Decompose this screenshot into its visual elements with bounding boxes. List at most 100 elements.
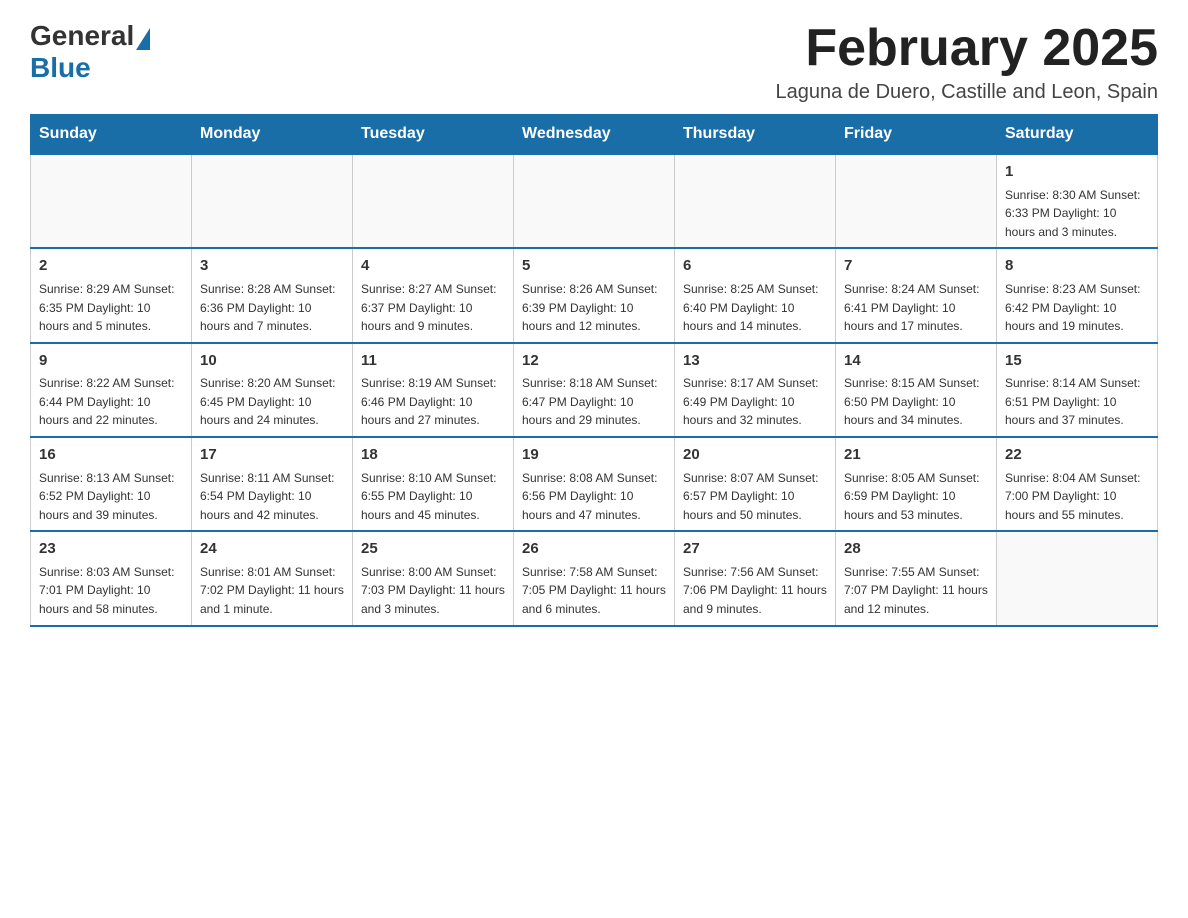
day-cell: 7Sunrise: 8:24 AM Sunset: 6:41 PM Daylig… [836,248,997,342]
day-cell: 20Sunrise: 8:07 AM Sunset: 6:57 PM Dayli… [675,437,836,531]
day-cell: 25Sunrise: 8:00 AM Sunset: 7:03 PM Dayli… [353,531,514,625]
day-number: 7 [844,255,988,278]
day-cell: 22Sunrise: 8:04 AM Sunset: 7:00 PM Dayli… [997,437,1158,531]
day-number: 12 [522,350,666,373]
day-info: Sunrise: 8:15 AM Sunset: 6:50 PM Dayligh… [844,374,988,430]
day-info: Sunrise: 8:30 AM Sunset: 6:33 PM Dayligh… [1005,186,1149,242]
day-number: 2 [39,255,183,278]
day-cell: 18Sunrise: 8:10 AM Sunset: 6:55 PM Dayli… [353,437,514,531]
day-number: 1 [1005,161,1149,184]
day-info: Sunrise: 8:05 AM Sunset: 6:59 PM Dayligh… [844,469,988,525]
logo-triangle-icon [136,28,150,50]
day-cell: 27Sunrise: 7:56 AM Sunset: 7:06 PM Dayli… [675,531,836,625]
day-info: Sunrise: 8:19 AM Sunset: 6:46 PM Dayligh… [361,374,505,430]
day-cell: 24Sunrise: 8:01 AM Sunset: 7:02 PM Dayli… [192,531,353,625]
week-row-5: 23Sunrise: 8:03 AM Sunset: 7:01 PM Dayli… [31,531,1158,625]
day-number: 14 [844,350,988,373]
day-number: 19 [522,444,666,467]
day-number: 6 [683,255,827,278]
day-number: 9 [39,350,183,373]
day-number: 28 [844,538,988,561]
day-header-tuesday: Tuesday [353,115,514,155]
day-cell: 15Sunrise: 8:14 AM Sunset: 6:51 PM Dayli… [997,343,1158,437]
day-cell [353,154,514,248]
day-info: Sunrise: 8:23 AM Sunset: 6:42 PM Dayligh… [1005,280,1149,336]
day-cell: 10Sunrise: 8:20 AM Sunset: 6:45 PM Dayli… [192,343,353,437]
day-cell [192,154,353,248]
logo-general: General [30,20,134,52]
week-row-2: 2Sunrise: 8:29 AM Sunset: 6:35 PM Daylig… [31,248,1158,342]
day-number: 5 [522,255,666,278]
day-info: Sunrise: 8:04 AM Sunset: 7:00 PM Dayligh… [1005,469,1149,525]
day-cell: 6Sunrise: 8:25 AM Sunset: 6:40 PM Daylig… [675,248,836,342]
day-info: Sunrise: 8:25 AM Sunset: 6:40 PM Dayligh… [683,280,827,336]
day-info: Sunrise: 8:00 AM Sunset: 7:03 PM Dayligh… [361,563,505,619]
day-cell [514,154,675,248]
day-number: 21 [844,444,988,467]
day-cell: 5Sunrise: 8:26 AM Sunset: 6:39 PM Daylig… [514,248,675,342]
day-number: 17 [200,444,344,467]
day-cell: 19Sunrise: 8:08 AM Sunset: 6:56 PM Dayli… [514,437,675,531]
day-cell: 4Sunrise: 8:27 AM Sunset: 6:37 PM Daylig… [353,248,514,342]
day-cell: 23Sunrise: 8:03 AM Sunset: 7:01 PM Dayli… [31,531,192,625]
day-number: 27 [683,538,827,561]
day-header-friday: Friday [836,115,997,155]
day-cell: 17Sunrise: 8:11 AM Sunset: 6:54 PM Dayli… [192,437,353,531]
day-number: 23 [39,538,183,561]
day-info: Sunrise: 7:58 AM Sunset: 7:05 PM Dayligh… [522,563,666,619]
logo: General Blue [30,20,152,84]
week-row-3: 9Sunrise: 8:22 AM Sunset: 6:44 PM Daylig… [31,343,1158,437]
day-cell [675,154,836,248]
day-info: Sunrise: 8:24 AM Sunset: 6:41 PM Dayligh… [844,280,988,336]
day-number: 3 [200,255,344,278]
week-row-4: 16Sunrise: 8:13 AM Sunset: 6:52 PM Dayli… [31,437,1158,531]
day-number: 10 [200,350,344,373]
calendar-header-row: SundayMondayTuesdayWednesdayThursdayFrid… [31,115,1158,155]
day-cell: 28Sunrise: 7:55 AM Sunset: 7:07 PM Dayli… [836,531,997,625]
day-cell: 8Sunrise: 8:23 AM Sunset: 6:42 PM Daylig… [997,248,1158,342]
day-info: Sunrise: 8:18 AM Sunset: 6:47 PM Dayligh… [522,374,666,430]
day-cell: 9Sunrise: 8:22 AM Sunset: 6:44 PM Daylig… [31,343,192,437]
day-cell [997,531,1158,625]
day-info: Sunrise: 8:26 AM Sunset: 6:39 PM Dayligh… [522,280,666,336]
day-info: Sunrise: 8:01 AM Sunset: 7:02 PM Dayligh… [200,563,344,619]
day-number: 13 [683,350,827,373]
day-info: Sunrise: 8:27 AM Sunset: 6:37 PM Dayligh… [361,280,505,336]
day-cell: 2Sunrise: 8:29 AM Sunset: 6:35 PM Daylig… [31,248,192,342]
day-info: Sunrise: 8:03 AM Sunset: 7:01 PM Dayligh… [39,563,183,619]
title-area: February 2025 Laguna de Duero, Castille … [776,20,1159,104]
day-info: Sunrise: 8:08 AM Sunset: 6:56 PM Dayligh… [522,469,666,525]
day-info: Sunrise: 8:11 AM Sunset: 6:54 PM Dayligh… [200,469,344,525]
day-cell: 16Sunrise: 8:13 AM Sunset: 6:52 PM Dayli… [31,437,192,531]
day-header-wednesday: Wednesday [514,115,675,155]
day-info: Sunrise: 8:13 AM Sunset: 6:52 PM Dayligh… [39,469,183,525]
day-cell: 11Sunrise: 8:19 AM Sunset: 6:46 PM Dayli… [353,343,514,437]
header: General Blue February 2025 Laguna de Due… [30,20,1158,104]
day-number: 4 [361,255,505,278]
day-info: Sunrise: 8:29 AM Sunset: 6:35 PM Dayligh… [39,280,183,336]
day-header-thursday: Thursday [675,115,836,155]
day-cell: 3Sunrise: 8:28 AM Sunset: 6:36 PM Daylig… [192,248,353,342]
day-number: 8 [1005,255,1149,278]
day-info: Sunrise: 7:55 AM Sunset: 7:07 PM Dayligh… [844,563,988,619]
day-number: 24 [200,538,344,561]
logo-blue: Blue [30,52,91,83]
day-info: Sunrise: 8:22 AM Sunset: 6:44 PM Dayligh… [39,374,183,430]
day-number: 26 [522,538,666,561]
day-cell [31,154,192,248]
day-cell: 12Sunrise: 8:18 AM Sunset: 6:47 PM Dayli… [514,343,675,437]
day-number: 20 [683,444,827,467]
day-info: Sunrise: 8:07 AM Sunset: 6:57 PM Dayligh… [683,469,827,525]
day-info: Sunrise: 8:10 AM Sunset: 6:55 PM Dayligh… [361,469,505,525]
day-cell: 1Sunrise: 8:30 AM Sunset: 6:33 PM Daylig… [997,154,1158,248]
day-cell: 14Sunrise: 8:15 AM Sunset: 6:50 PM Dayli… [836,343,997,437]
day-cell: 26Sunrise: 7:58 AM Sunset: 7:05 PM Dayli… [514,531,675,625]
day-cell: 21Sunrise: 8:05 AM Sunset: 6:59 PM Dayli… [836,437,997,531]
calendar-table: SundayMondayTuesdayWednesdayThursdayFrid… [30,114,1158,626]
location-title: Laguna de Duero, Castille and Leon, Spai… [776,81,1159,104]
day-header-monday: Monday [192,115,353,155]
day-number: 16 [39,444,183,467]
day-number: 18 [361,444,505,467]
day-number: 15 [1005,350,1149,373]
logo-text: General [30,20,152,52]
